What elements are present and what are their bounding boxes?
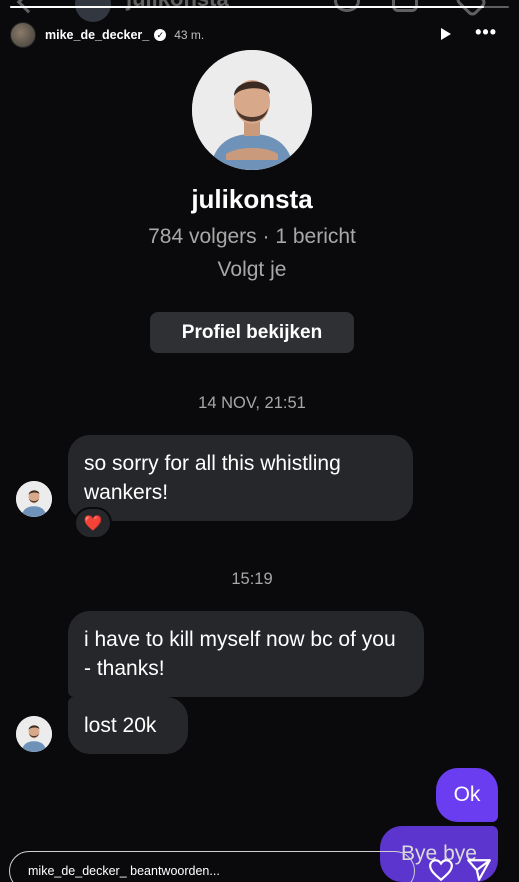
person-photo-icon	[16, 481, 52, 517]
person-photo-icon	[16, 716, 52, 752]
story-avatar[interactable]	[10, 22, 36, 48]
story-progress-bar	[10, 6, 509, 8]
story-progress-fill	[10, 6, 485, 8]
tag-icon	[454, 0, 488, 18]
send-paper-plane-icon[interactable]	[466, 857, 492, 882]
heart-reaction-icon[interactable]: ❤️	[74, 507, 112, 539]
heart-outline-icon[interactable]	[428, 857, 454, 882]
story-timestamp: 43 m.	[174, 28, 205, 42]
reply-input[interactable]: mike_de_decker_ beantwoorden...	[9, 851, 415, 882]
ghost-avatar	[75, 0, 111, 22]
received-message[interactable]: lost 20k	[68, 697, 188, 754]
sender-avatar[interactable]	[16, 716, 52, 752]
sent-message[interactable]: Ok	[436, 768, 498, 822]
received-message[interactable]: so sorry for all this whistling wankers!	[68, 435, 413, 521]
story-header: mike_de_decker_ ✓ 43 m. •••	[10, 22, 509, 48]
play-icon[interactable]	[441, 28, 451, 40]
story-username[interactable]: mike_de_decker_	[45, 28, 149, 42]
profile-stats: 784 volgers · 1 bericht	[148, 225, 356, 248]
follows-you-label: Volgt je	[217, 258, 287, 281]
profile-username: julikonsta	[191, 184, 313, 214]
received-message[interactable]: i have to kill myself now bc of you - th…	[68, 611, 424, 697]
view-profile-button[interactable]: Profiel bekijken	[150, 312, 354, 353]
profile-avatar[interactable]	[192, 50, 312, 170]
verified-badge-icon: ✓	[154, 29, 167, 41]
more-options-icon[interactable]: •••	[475, 22, 497, 43]
person-photo-icon	[192, 50, 312, 170]
time-separator: 15:19	[231, 570, 273, 588]
sender-avatar[interactable]	[16, 481, 52, 517]
ghost-chat-header: julikonsta	[0, 0, 519, 22]
date-separator: 14 NOV, 21:51	[198, 394, 306, 412]
